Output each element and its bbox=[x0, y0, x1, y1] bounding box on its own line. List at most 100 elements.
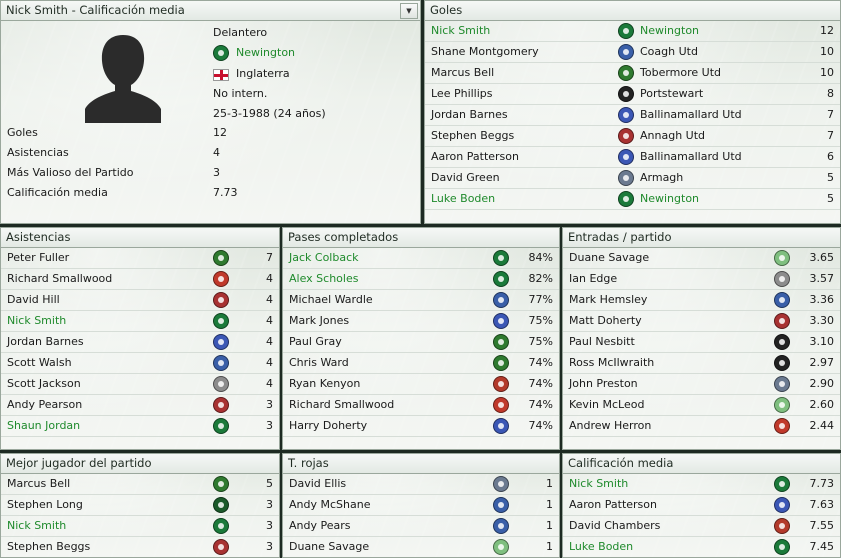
list-row[interactable]: Stephen Beggs 3 bbox=[1, 537, 279, 557]
player-name[interactable]: Kevin McLeod bbox=[569, 395, 644, 415]
player-name[interactable]: Alex Scholes bbox=[289, 269, 358, 289]
list-row[interactable]: Stephen Beggs Annagh Utd 7 bbox=[425, 126, 840, 147]
player-name[interactable]: Shane Montgomery bbox=[431, 42, 539, 62]
player-name[interactable]: Nick Smith bbox=[7, 311, 66, 331]
list-row[interactable]: Andy McShane 1 bbox=[283, 495, 559, 516]
player-name[interactable]: Shaun Jordan bbox=[7, 416, 80, 436]
player-name[interactable]: Andy Pearson bbox=[7, 395, 82, 415]
list-row[interactable]: Ryan Kenyon 74% bbox=[283, 374, 559, 395]
list-row[interactable]: Andy Pears 1 bbox=[283, 516, 559, 537]
player-name[interactable]: John Preston bbox=[569, 374, 638, 394]
player-name[interactable]: Stephen Beggs bbox=[7, 537, 90, 557]
list-row[interactable]: Kevin McLeod 2.60 bbox=[563, 395, 840, 416]
list-row[interactable]: Marcus Bell 5 bbox=[1, 474, 279, 495]
list-row[interactable]: Andrew Herron 2.44 bbox=[563, 416, 840, 437]
player-name[interactable]: Stephen Beggs bbox=[431, 126, 514, 146]
list-row[interactable]: Jordan Barnes Ballinamallard Utd 7 bbox=[425, 105, 840, 126]
club-name[interactable]: Annagh Utd bbox=[640, 126, 705, 146]
list-row[interactable]: Scott Jackson 4 bbox=[1, 374, 279, 395]
chevron-down-icon[interactable]: ▼ bbox=[400, 3, 418, 19]
list-row[interactable]: Chris Ward 74% bbox=[283, 353, 559, 374]
list-row[interactable]: Shane Montgomery Coagh Utd 10 bbox=[425, 42, 840, 63]
player-name[interactable]: Marcus Bell bbox=[431, 63, 494, 83]
club-name[interactable]: Armagh bbox=[640, 168, 683, 188]
player-name[interactable]: Nick Smith bbox=[7, 516, 66, 536]
player-name[interactable]: Jordan Barnes bbox=[431, 105, 508, 125]
list-row[interactable]: Duane Savage 1 bbox=[283, 537, 559, 557]
player-name[interactable]: Aaron Patterson bbox=[431, 147, 519, 167]
player-name[interactable]: Chris Ward bbox=[289, 353, 349, 373]
player-name[interactable]: Marcus Bell bbox=[7, 474, 70, 494]
player-name[interactable]: Matt Doherty bbox=[569, 311, 642, 331]
list-row[interactable]: Andy Pearson 3 bbox=[1, 395, 279, 416]
player-name[interactable]: Scott Walsh bbox=[7, 353, 72, 373]
club-name[interactable]: Ballinamallard Utd bbox=[640, 147, 742, 167]
list-row[interactable]: Nick Smith 3 bbox=[1, 516, 279, 537]
club-name[interactable]: Tobermore Utd bbox=[640, 63, 721, 83]
player-club-link[interactable]: Newington bbox=[236, 46, 295, 59]
list-row[interactable]: Luke Boden 7.45 bbox=[563, 537, 840, 557]
list-row[interactable]: Alex Scholes 82% bbox=[283, 269, 559, 290]
list-row[interactable]: John Preston 2.90 bbox=[563, 374, 840, 395]
player-name[interactable]: Richard Smallwood bbox=[289, 395, 394, 415]
list-row[interactable]: Nick Smith 4 bbox=[1, 311, 279, 332]
player-name[interactable]: David Ellis bbox=[289, 474, 346, 494]
player-name[interactable]: Harry Doherty bbox=[289, 416, 367, 436]
player-name[interactable]: Ross McIlwraith bbox=[569, 353, 654, 373]
player-name[interactable]: Scott Jackson bbox=[7, 374, 81, 394]
list-row[interactable]: David Hill 4 bbox=[1, 290, 279, 311]
player-name[interactable]: Michael Wardle bbox=[289, 290, 373, 310]
player-name[interactable]: Luke Boden bbox=[431, 189, 495, 209]
club-name[interactable]: Ballinamallard Utd bbox=[640, 105, 742, 125]
list-row[interactable]: Richard Smallwood 74% bbox=[283, 395, 559, 416]
list-row[interactable]: Paul Gray 75% bbox=[283, 332, 559, 353]
list-row[interactable]: Jordan Barnes 4 bbox=[1, 332, 279, 353]
player-name[interactable]: Paul Gray bbox=[289, 332, 342, 352]
club-name[interactable]: Portstewart bbox=[640, 84, 703, 104]
list-row[interactable]: Aaron Patterson Ballinamallard Utd 6 bbox=[425, 147, 840, 168]
player-name[interactable]: David Hill bbox=[7, 290, 60, 310]
player-name[interactable]: Andy Pears bbox=[289, 516, 351, 536]
list-row[interactable]: Peter Fuller 7 bbox=[1, 248, 279, 269]
player-name[interactable]: Ian Edge bbox=[569, 269, 617, 289]
profile-header[interactable]: Nick Smith - Calificación media ▼ bbox=[1, 1, 420, 21]
club-name[interactable]: Newington bbox=[640, 189, 699, 209]
list-row[interactable]: Ian Edge 3.57 bbox=[563, 269, 840, 290]
list-row[interactable]: David Chambers 7.55 bbox=[563, 516, 840, 537]
list-row[interactable]: David Ellis 1 bbox=[283, 474, 559, 495]
player-name[interactable]: Luke Boden bbox=[569, 537, 633, 557]
club-name[interactable]: Newington bbox=[640, 21, 699, 41]
list-row[interactable]: Jack Colback 84% bbox=[283, 248, 559, 269]
list-row[interactable]: Mark Jones 75% bbox=[283, 311, 559, 332]
player-name[interactable]: Paul Nesbitt bbox=[569, 332, 635, 352]
list-row[interactable]: Aaron Patterson 7.63 bbox=[563, 495, 840, 516]
player-name[interactable]: Ryan Kenyon bbox=[289, 374, 360, 394]
list-row[interactable]: Nick Smith 7.73 bbox=[563, 474, 840, 495]
list-row[interactable]: Michael Wardle 77% bbox=[283, 290, 559, 311]
player-name[interactable]: David Chambers bbox=[569, 516, 660, 536]
player-name[interactable]: Duane Savage bbox=[289, 537, 369, 557]
list-row[interactable]: Stephen Long 3 bbox=[1, 495, 279, 516]
list-row[interactable]: Scott Walsh 4 bbox=[1, 353, 279, 374]
player-name[interactable]: Nick Smith bbox=[431, 21, 490, 41]
list-row[interactable]: Harry Doherty 74% bbox=[283, 416, 559, 437]
player-name[interactable]: Andy McShane bbox=[289, 495, 370, 515]
player-name[interactable]: Stephen Long bbox=[7, 495, 83, 515]
list-row[interactable]: Ross McIlwraith 2.97 bbox=[563, 353, 840, 374]
list-row[interactable]: Marcus Bell Tobermore Utd 10 bbox=[425, 63, 840, 84]
list-row[interactable]: Shaun Jordan 3 bbox=[1, 416, 279, 437]
player-name[interactable]: Jack Colback bbox=[289, 248, 359, 268]
player-name[interactable]: Jordan Barnes bbox=[7, 332, 84, 352]
list-row[interactable]: Nick Smith Newington 12 bbox=[425, 21, 840, 42]
club-name[interactable]: Coagh Utd bbox=[640, 42, 698, 62]
list-row[interactable]: Mark Hemsley 3.36 bbox=[563, 290, 840, 311]
list-row[interactable]: Paul Nesbitt 3.10 bbox=[563, 332, 840, 353]
list-row[interactable]: Lee Phillips Portstewart 8 bbox=[425, 84, 840, 105]
list-row[interactable]: Richard Smallwood 4 bbox=[1, 269, 279, 290]
list-row[interactable]: Matt Doherty 3.30 bbox=[563, 311, 840, 332]
player-name[interactable]: David Green bbox=[431, 168, 500, 188]
player-name[interactable]: Mark Hemsley bbox=[569, 290, 647, 310]
player-name[interactable]: Duane Savage bbox=[569, 248, 649, 268]
player-name[interactable]: Lee Phillips bbox=[431, 84, 493, 104]
player-name[interactable]: Mark Jones bbox=[289, 311, 349, 331]
